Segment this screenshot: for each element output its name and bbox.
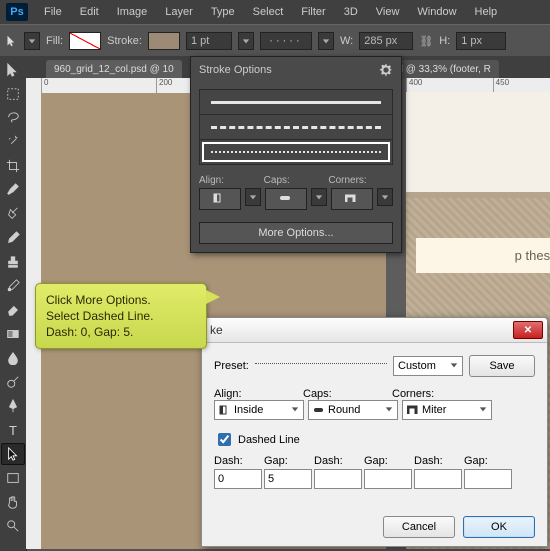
preset-preview (255, 363, 387, 378)
tool-rectangle[interactable] (1, 467, 25, 489)
gap2-input[interactable] (364, 469, 412, 489)
gap1-input[interactable] (264, 469, 312, 489)
ok-button[interactable]: OK (463, 516, 535, 538)
menu-view[interactable]: View (368, 3, 408, 21)
align-label: Align: (199, 175, 264, 186)
stroke-dialog: ke ✕ Preset: Custom Save Align: Caps: Co… (201, 317, 548, 547)
tool-preset-dropdown[interactable] (24, 32, 40, 50)
tool-stamp[interactable] (1, 251, 25, 273)
menu-help[interactable]: Help (467, 3, 506, 21)
gap3-input[interactable] (464, 469, 512, 489)
instruction-tooltip: Click More Options. Select Dashed Line. … (35, 283, 207, 349)
tool-brush[interactable] (1, 227, 25, 249)
tool-preset-icon[interactable] (6, 35, 18, 47)
menu-window[interactable]: Window (409, 3, 464, 21)
dialog-titlebar[interactable]: ke ✕ (202, 318, 547, 343)
content-box: p these (416, 238, 550, 273)
ruler-horizontal-2: 400 450 500 (406, 78, 550, 93)
stroke-type-dropdown[interactable] (318, 32, 334, 50)
stroke-weight-field[interactable]: 1 pt (186, 32, 232, 50)
height-field[interactable]: 1 px (456, 32, 506, 50)
options-bar: Fill: Stroke: 1 pt ····· W: 285 px ⛓ H: … (0, 24, 550, 58)
cancel-button[interactable]: Cancel (383, 516, 455, 538)
close-button[interactable]: ✕ (513, 321, 543, 339)
tool-gradient[interactable] (1, 323, 25, 345)
tool-wand[interactable] (1, 131, 25, 153)
more-options-button[interactable]: More Options... (199, 222, 393, 244)
tool-dodge[interactable] (1, 371, 25, 393)
stroke-type-dotted[interactable] (200, 140, 392, 164)
app-logo: Ps (6, 3, 28, 21)
tool-eyedropper[interactable] (1, 179, 25, 201)
stroke-type-list (199, 89, 393, 165)
tip-line-1: Click More Options. (46, 292, 196, 308)
align-select[interactable] (199, 188, 241, 210)
dashed-line-checkbox[interactable] (218, 433, 231, 446)
menu-filter[interactable]: Filter (293, 3, 333, 21)
corners-select2[interactable]: Miter (402, 400, 492, 420)
tool-zoom[interactable] (1, 515, 25, 537)
align-select2[interactable]: Inside (214, 400, 304, 420)
caps-select[interactable] (265, 188, 307, 210)
tool-pen[interactable] (1, 395, 25, 417)
save-button[interactable]: Save (469, 355, 535, 377)
dash3-input[interactable] (414, 469, 462, 489)
stroke-weight-dropdown[interactable] (238, 32, 254, 50)
align-dropdown[interactable] (245, 188, 261, 206)
width-field[interactable]: 285 px (359, 32, 413, 50)
caps-label: Caps: (264, 175, 329, 186)
caps-label2: Caps: (303, 388, 388, 400)
tool-heal[interactable] (1, 203, 25, 225)
corners-select[interactable] (331, 188, 373, 210)
caps-select2[interactable]: Round (308, 400, 398, 420)
dash1-input[interactable] (214, 469, 262, 489)
dashed-line-label: Dashed Line (238, 434, 300, 446)
tool-marquee[interactable] (1, 83, 25, 105)
fill-label: Fill: (46, 35, 63, 47)
tab-document-1[interactable]: 960_grid_12_col.psd @ 10 (46, 60, 182, 79)
toolbox: T (0, 56, 27, 551)
width-label: W: (340, 35, 353, 47)
menu-file[interactable]: File (36, 3, 70, 21)
tip-line-3: Dash: 0, Gap: 5. (46, 324, 196, 340)
fill-swatch[interactable] (69, 32, 101, 50)
corners-label2: Corners: (392, 388, 477, 400)
stroke-type-preview[interactable]: ····· (260, 32, 312, 50)
corners-label: Corners: (328, 175, 393, 186)
tip-line-2: Select Dashed Line. (46, 308, 196, 324)
menubar: Ps File Edit Image Layer Type Select Fil… (0, 0, 550, 24)
tool-lasso[interactable] (1, 107, 25, 129)
tool-type[interactable]: T (1, 419, 25, 441)
tool-eraser[interactable] (1, 299, 25, 321)
menu-edit[interactable]: Edit (72, 3, 107, 21)
dialog-title: ke (206, 323, 513, 337)
popover-title: Stroke Options (199, 64, 272, 76)
tool-blur[interactable] (1, 347, 25, 369)
tool-hand[interactable] (1, 491, 25, 513)
menu-3d[interactable]: 3D (336, 3, 366, 21)
preset-select[interactable]: Custom (393, 356, 463, 376)
menu-image[interactable]: Image (109, 3, 156, 21)
height-label: H: (439, 35, 450, 47)
stroke-type-solid[interactable] (200, 90, 392, 115)
stroke-swatch[interactable] (148, 32, 180, 50)
caps-dropdown[interactable] (311, 188, 327, 206)
dash2-input[interactable] (314, 469, 362, 489)
link-icon[interactable]: ⛓ (419, 34, 433, 48)
tool-path-select[interactable] (1, 443, 25, 465)
preset-label: Preset: (214, 360, 249, 372)
tool-crop[interactable] (1, 155, 25, 177)
menu-select[interactable]: Select (245, 3, 292, 21)
stroke-type-dashed[interactable] (200, 115, 392, 140)
menu-layer[interactable]: Layer (157, 3, 201, 21)
corners-dropdown[interactable] (377, 188, 393, 206)
tool-history-brush[interactable] (1, 275, 25, 297)
stroke-label: Stroke: (107, 35, 142, 47)
stroke-options-popover: Stroke Options Align: Caps: Corners: Mor… (190, 56, 402, 253)
align-label2: Align: (214, 388, 299, 400)
menu-type[interactable]: Type (203, 3, 243, 21)
tool-move[interactable] (1, 59, 25, 81)
gear-icon[interactable] (379, 63, 393, 77)
